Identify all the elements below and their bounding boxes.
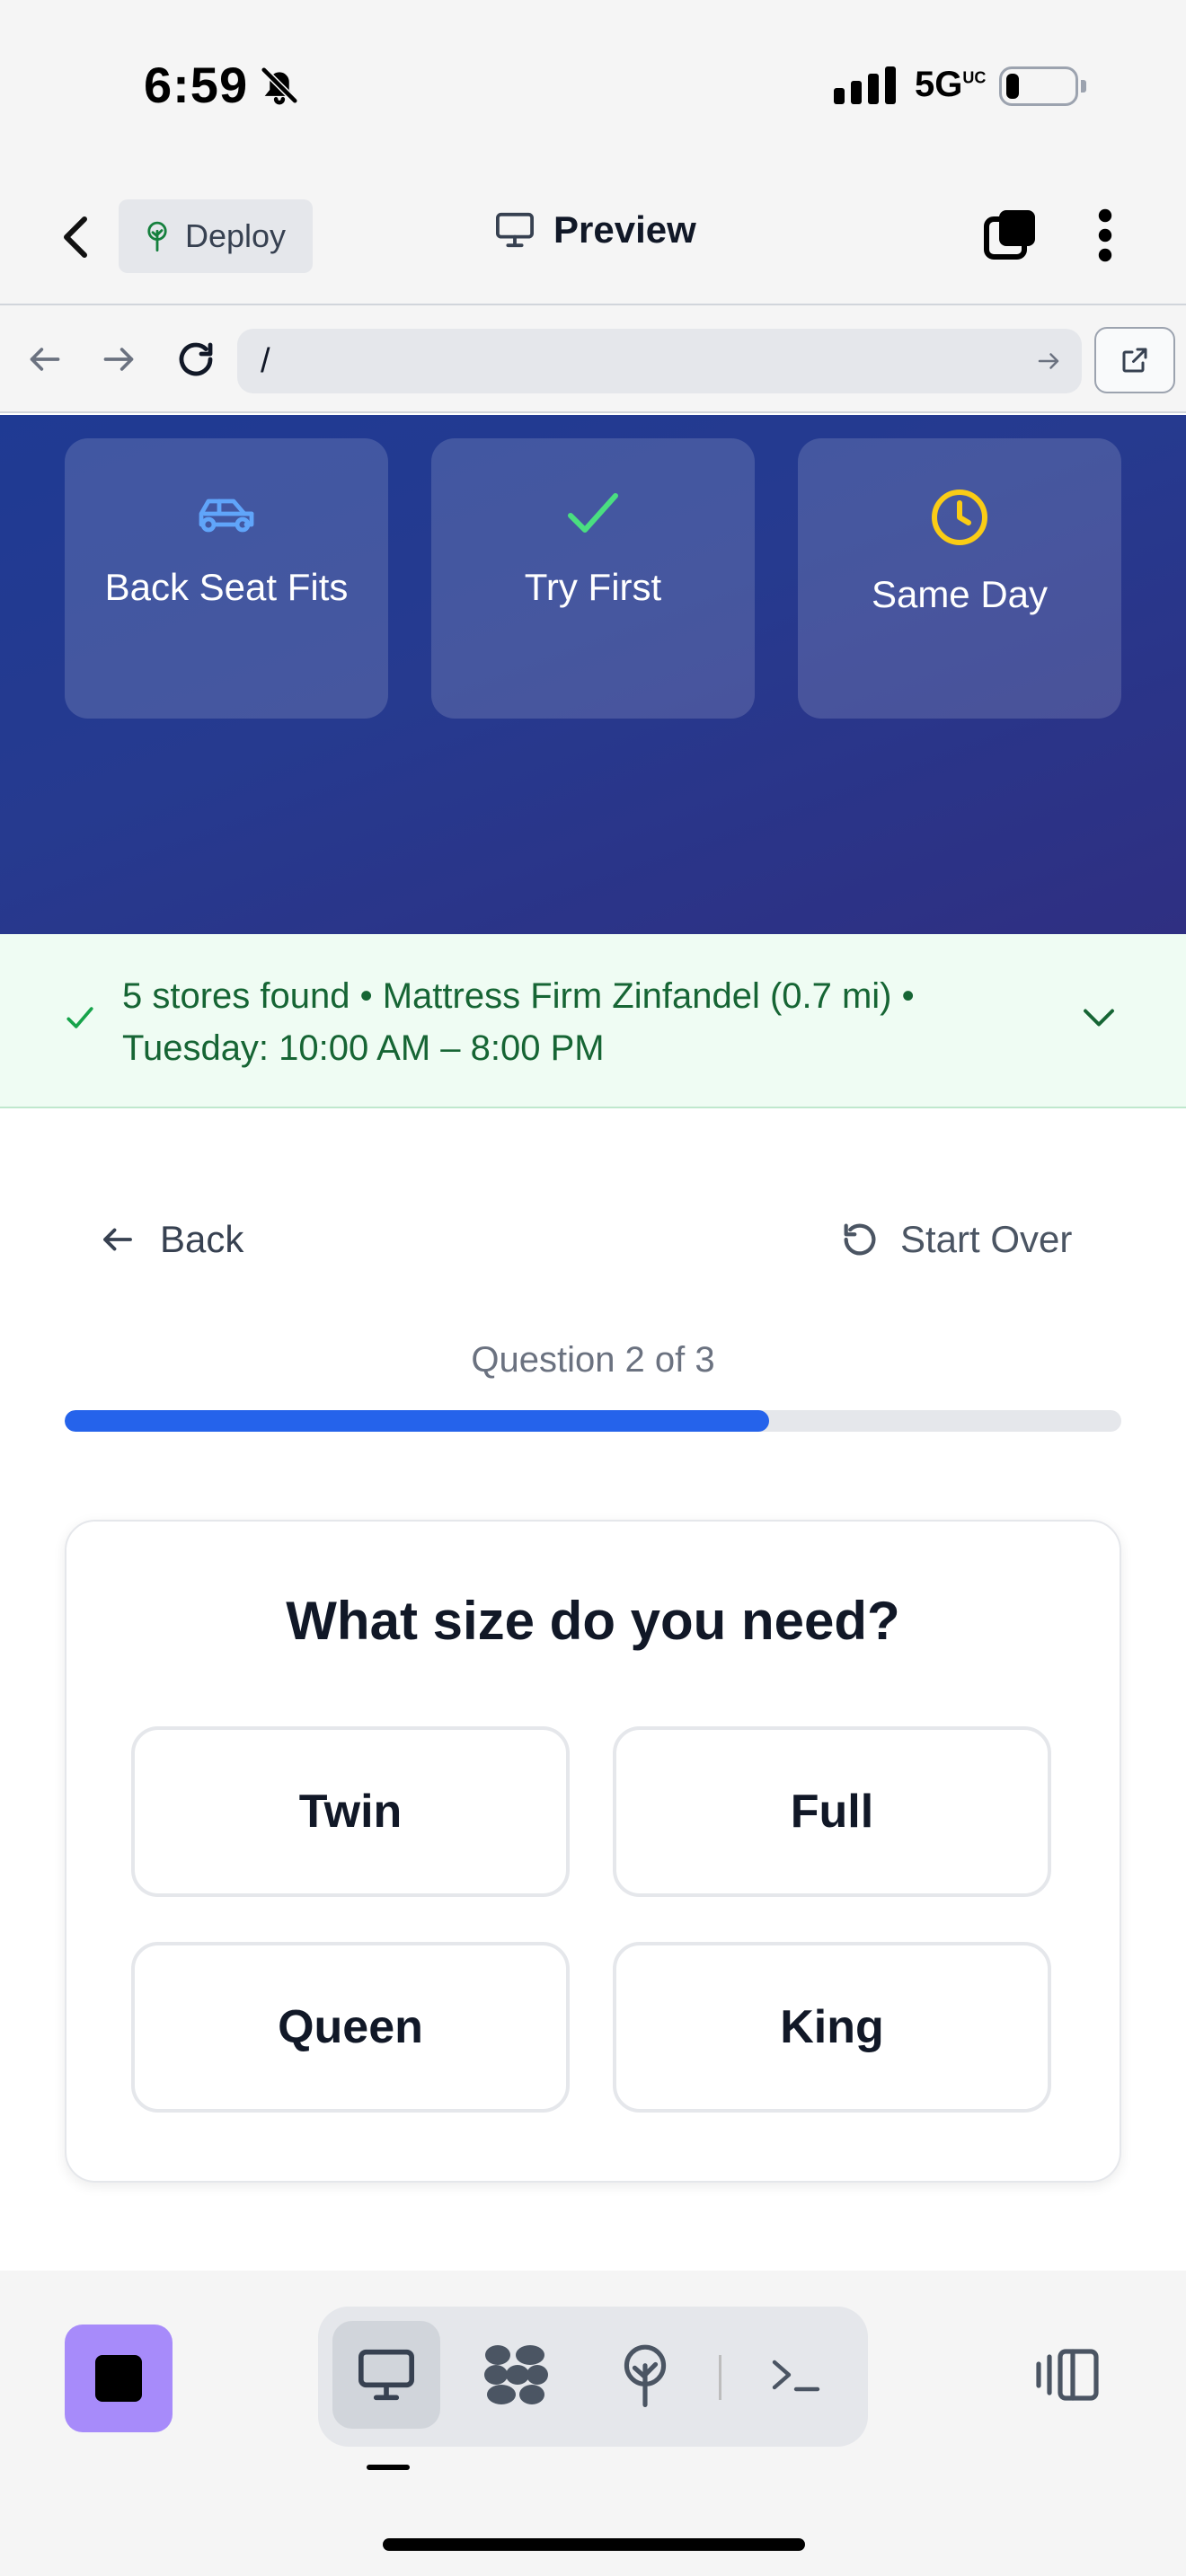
nav-back-arrow-icon[interactable] [25,341,65,377]
option-queen-button[interactable]: Queen [131,1942,570,2113]
home-indicator [383,2538,805,2551]
side-panel-icon[interactable] [1033,2348,1102,2402]
store-banner[interactable]: 5 stores found • Mattress Firm Zinfandel… [0,934,1186,1108]
console-view-button[interactable] [742,2321,850,2429]
option-full-button[interactable]: Full [613,1726,1051,1897]
url-go-arrow-icon[interactable] [1035,348,1062,374]
blob-grid-icon [482,2342,550,2407]
feature-label: Same Day [871,573,1049,615]
question-card: What size do you need? Twin Full Queen K… [65,1520,1121,2183]
monitor-icon [356,2347,417,2403]
option-king-button[interactable]: King [613,1942,1051,2113]
terminal-icon [769,2354,823,2395]
url-text: / [261,341,270,380]
question-title: What size do you need? [286,1591,900,1651]
chevron-down-icon[interactable] [1080,1004,1118,1031]
browser-nav-bar: / [0,305,1186,413]
check-icon [563,487,623,541]
progress-fill [65,1410,770,1432]
battery-icon [999,66,1086,106]
more-options-icon[interactable] [1096,207,1114,264]
bell-off-icon [259,65,300,106]
feature-label: Try First [524,566,662,608]
view-switcher [318,2307,868,2447]
car-icon [194,487,259,541]
feature-label: Back Seat Fits [104,566,349,608]
open-external-button[interactable] [1094,327,1175,393]
hero-section: Back Seat Fits Try First Same Day [0,415,1186,934]
back-chevron-icon[interactable] [58,212,97,262]
preview-view-button[interactable] [332,2321,440,2429]
reload-icon[interactable] [174,338,217,381]
clock-icon [929,487,990,548]
back-button[interactable]: Back [99,1218,243,1261]
bottom-toolbar [0,2271,1186,2576]
status-bar: 6:59 5GUC [0,0,1186,171]
feature-card-try-first: Try First [431,438,755,719]
preview-title: Preview [494,208,696,251]
option-twin-button[interactable]: Twin [131,1726,570,1897]
feature-card-back-seat: Back Seat Fits [65,438,388,719]
active-view-indicator [367,2465,410,2470]
store-summary: 5 stores found • Mattress Firm Zinfandel… [122,976,915,1068]
page-title: Preview [553,208,696,251]
progress-bar [65,1410,1121,1432]
deploy-button[interactable]: Deploy [119,199,313,273]
deploy-tree-icon [617,2342,673,2407]
progress-label: Question 2 of 3 [471,1340,715,1380]
deploy-view-button[interactable] [591,2321,699,2429]
monitor-icon [494,211,535,249]
start-over-label: Start Over [900,1218,1073,1260]
app-header: Deploy Preview [0,171,1186,305]
feature-card-same-day: Same Day [798,438,1121,719]
deploy-tree-icon [142,219,173,253]
cellular-signal-icon [834,66,896,104]
status-time: 6:59 [144,57,249,113]
workspace-view-button[interactable] [462,2321,570,2429]
deploy-label: Deploy [185,217,287,254]
rotate-ccw-icon [839,1219,881,1260]
url-input[interactable]: / [237,329,1082,393]
start-over-button[interactable]: Start Over [839,1218,1072,1261]
network-type: 5GUC [915,65,987,104]
arrow-left-icon [99,1222,137,1257]
stop-button[interactable] [65,2325,173,2432]
back-label: Back [160,1218,244,1260]
check-icon [65,1004,95,1031]
network-suffix: UC [962,68,987,87]
external-link-icon [1119,344,1151,376]
nav-forward-arrow-icon[interactable] [99,341,138,377]
segment-divider [719,2355,721,2400]
tabs-icon[interactable] [981,207,1039,264]
stop-icon [95,2355,142,2402]
